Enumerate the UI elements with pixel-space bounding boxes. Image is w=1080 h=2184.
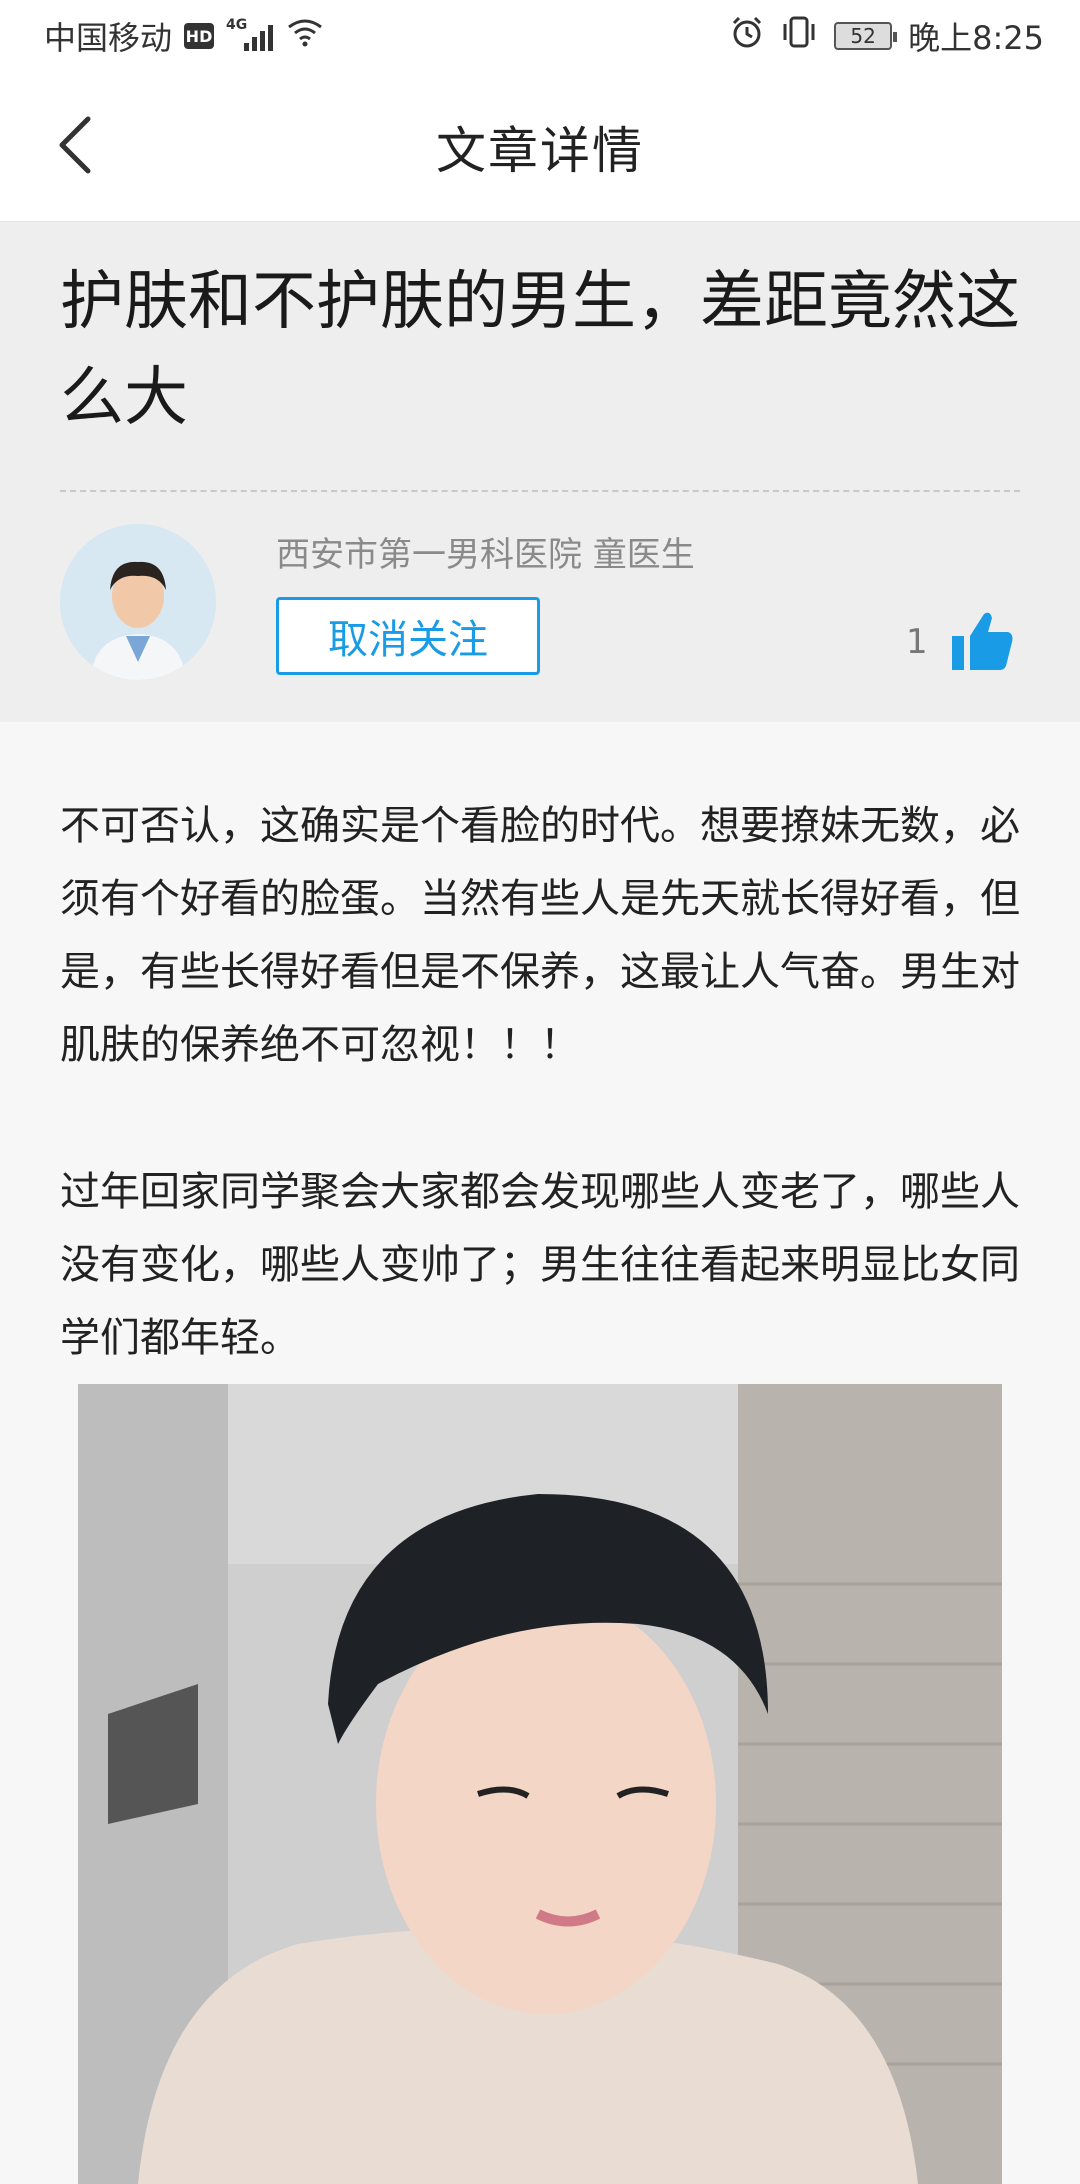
page-title: 文章详情	[436, 121, 644, 180]
carrier-label: 中国移动	[44, 19, 173, 57]
hd-icon: HD	[184, 23, 215, 49]
battery-icon: 52	[834, 22, 898, 50]
network-type: 4G	[226, 17, 248, 33]
article-paragraph: 过年回家同学聚会大家都会发现哪些人变老了，哪些人没有变化，哪些人变帅了；男生往往…	[60, 1169, 1020, 1361]
article-paragraph: 不可否认，这确实是个看脸的时代。想要撩妹无数，必须有个好看的脸蛋。当然有些人是先…	[60, 803, 1020, 1068]
chevron-left-icon	[59, 116, 91, 174]
back-button[interactable]	[44, 110, 104, 180]
author-avatar[interactable]	[60, 524, 216, 680]
wifi-icon	[285, 17, 325, 55]
article-image[interactable]	[78, 1384, 1002, 2184]
unfollow-button[interactable]: 取消关注	[276, 597, 540, 675]
article-title: 护肤和不护肤的男生，差距竟然这么大	[60, 265, 1020, 435]
author-name: 西安市第一男科医院 童医生	[276, 535, 695, 575]
divider	[60, 490, 1020, 492]
article-body: 不可否认，这确实是个看脸的时代。想要撩妹无数，必须有个好看的脸蛋。当然有些人是先…	[0, 722, 1080, 2184]
nav-bar: 文章详情	[0, 72, 1080, 222]
article-header: 护肤和不护肤的男生，差距竟然这么大 西安市第一男科医院 童医生 取消关注 1	[0, 222, 1080, 722]
like-count: 1	[906, 622, 928, 662]
thumbs-up-icon[interactable]	[950, 608, 1016, 674]
vibrate-icon	[780, 15, 818, 57]
status-bar: 中国移动 HD 4G 52 晚上8:25	[0, 0, 1080, 72]
clock-label: 晚上8:25	[908, 19, 1044, 57]
alarm-icon	[730, 15, 764, 57]
signal-icon: 4G	[226, 17, 274, 51]
